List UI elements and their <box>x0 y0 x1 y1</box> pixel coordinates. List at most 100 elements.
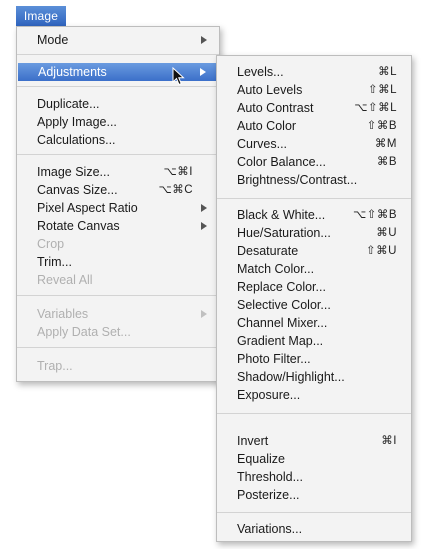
menu-separator <box>17 154 219 155</box>
menu-item-variables[interactable]: Variables <box>17 305 219 323</box>
submenu-item-auto-color[interactable]: Auto Color ⇧⌘B <box>217 117 411 135</box>
menu-item-label: Exposure... <box>237 388 301 402</box>
submenu-arrow-icon <box>200 68 206 76</box>
menu-item-shortcut: ⇧⌘B <box>366 120 397 132</box>
menu-item-shortcut: ⇧⌘L <box>367 84 397 96</box>
menu-item-label: Image Size... <box>37 165 110 179</box>
menu-item-shortcut: ⌥⇧⌘B <box>352 209 397 221</box>
menu-item-label: Auto Contrast <box>237 101 314 115</box>
menu-item-adjustments[interactable]: Adjustments <box>18 63 218 81</box>
submenu-arrow-icon <box>201 310 207 318</box>
menu-item-label: Auto Levels <box>237 83 303 97</box>
submenu-item-levels[interactable]: Levels... ⌘L <box>217 63 411 81</box>
menu-item-label: Calculations... <box>37 133 116 147</box>
submenu-item-variations[interactable]: Variations... <box>217 520 411 538</box>
submenu-item-hue-saturation[interactable]: Hue/Saturation... ⌘U <box>217 224 411 242</box>
menu-item-shortcut: ⇧⌘U <box>366 245 397 257</box>
menu-item-label: Rotate Canvas <box>37 219 120 233</box>
menu-item-trim[interactable]: Trim... <box>17 253 219 271</box>
menu-item-label: Invert <box>237 434 269 448</box>
menu-item-label: Pixel Aspect Ratio <box>37 201 138 215</box>
menu-item-image-size[interactable]: Image Size... ⌥⌘I <box>17 163 219 181</box>
menu-item-mode[interactable]: Mode <box>17 31 219 49</box>
menu-item-apply-image[interactable]: Apply Image... <box>17 113 219 131</box>
menu-item-shortcut: ⌘I <box>381 435 397 447</box>
screenshot-stage: Image Mode Adjustments Duplicate... Appl… <box>0 0 432 549</box>
submenu-item-threshold[interactable]: Threshold... <box>217 468 411 486</box>
submenu-item-channel-mixer[interactable]: Channel Mixer... <box>217 314 411 332</box>
menu-item-label: Gradient Map... <box>237 334 324 348</box>
submenu-item-exposure[interactable]: Exposure... <box>217 386 411 404</box>
menu-item-label: Auto Color <box>237 119 297 133</box>
submenu-item-auto-contrast[interactable]: Auto Contrast ⌥⇧⌘L <box>217 99 411 117</box>
adjustments-submenu: Levels... ⌘L Auto Levels ⇧⌘L Auto Contra… <box>216 55 412 542</box>
submenu-item-shadow-highlight[interactable]: Shadow/Highlight... <box>217 368 411 386</box>
menu-item-label: Duplicate... <box>37 97 100 111</box>
submenu-item-invert[interactable]: Invert ⌘I <box>217 432 411 450</box>
menu-item-label: Canvas Size... <box>37 183 118 197</box>
menu-separator <box>17 86 219 87</box>
menubar-image-menu[interactable]: Image <box>16 6 66 26</box>
submenu-item-replace-color[interactable]: Replace Color... <box>217 278 411 296</box>
menu-item-label: Color Balance... <box>237 155 326 169</box>
menu-item-label: Variations... <box>237 522 303 536</box>
menu-item-label: Channel Mixer... <box>237 316 328 330</box>
menu-item-duplicate[interactable]: Duplicate... <box>17 95 219 113</box>
menu-item-label: Trap... <box>37 359 73 373</box>
menu-item-apply-data-set[interactable]: Apply Data Set... <box>17 323 219 341</box>
menu-item-trap[interactable]: Trap... <box>17 357 219 375</box>
menu-item-calculations[interactable]: Calculations... <box>17 131 219 149</box>
submenu-item-brightness-contrast[interactable]: Brightness/Contrast... <box>217 171 411 189</box>
menu-item-label: Crop <box>37 237 65 251</box>
menu-item-label: Black & White... <box>237 208 326 222</box>
mouse-pointer-icon <box>172 67 185 86</box>
submenu-item-match-color[interactable]: Match Color... <box>217 260 411 278</box>
submenu-item-black-white[interactable]: Black & White... ⌥⇧⌘B <box>217 206 411 224</box>
menu-item-label: Trim... <box>37 255 72 269</box>
menu-item-shortcut: ⌘M <box>374 138 397 150</box>
menu-separator <box>17 347 219 348</box>
menu-item-label: Threshold... <box>237 470 304 484</box>
menu-item-label: Equalize <box>237 452 285 466</box>
menu-item-shortcut: ⌘U <box>376 227 397 239</box>
menu-item-label: Desaturate <box>237 244 299 258</box>
submenu-item-photo-filter[interactable]: Photo Filter... <box>217 350 411 368</box>
menu-separator <box>17 295 219 296</box>
submenu-item-desaturate[interactable]: Desaturate ⇧⌘U <box>217 242 411 260</box>
menu-item-label: Match Color... <box>237 262 315 276</box>
submenu-item-selective-color[interactable]: Selective Color... <box>217 296 411 314</box>
menu-item-canvas-size[interactable]: Canvas Size... ⌥⌘C <box>17 181 219 199</box>
menu-separator <box>217 413 411 414</box>
menu-item-label: Variables <box>37 307 89 321</box>
menu-item-label: Curves... <box>237 137 288 151</box>
submenu-item-equalize[interactable]: Equalize <box>217 450 411 468</box>
submenu-arrow-icon <box>201 204 207 212</box>
menu-item-label: Reveal All <box>37 273 93 287</box>
menu-item-label: Apply Data Set... <box>37 325 131 339</box>
menu-item-rotate-canvas[interactable]: Rotate Canvas <box>17 217 219 235</box>
menu-item-shortcut: ⌥⌘C <box>158 184 193 196</box>
menu-item-label: Replace Color... <box>237 280 326 294</box>
menu-item-pixel-aspect-ratio[interactable]: Pixel Aspect Ratio <box>17 199 219 217</box>
menu-item-label: Adjustments <box>38 65 107 79</box>
menu-separator <box>17 54 219 55</box>
submenu-arrow-icon <box>201 36 207 44</box>
menu-item-shortcut: ⌥⌘I <box>163 166 193 178</box>
menu-item-label: Posterize... <box>237 488 300 502</box>
submenu-item-curves[interactable]: Curves... ⌘M <box>217 135 411 153</box>
submenu-item-gradient-map[interactable]: Gradient Map... <box>217 332 411 350</box>
menu-item-label: Hue/Saturation... <box>237 226 331 240</box>
submenu-arrow-icon <box>201 222 207 230</box>
menu-item-label: Mode <box>37 33 69 47</box>
submenu-item-posterize[interactable]: Posterize... <box>217 486 411 504</box>
menu-item-reveal-all[interactable]: Reveal All <box>17 271 219 289</box>
menu-item-crop[interactable]: Crop <box>17 235 219 253</box>
menu-item-label: Brightness/Contrast... <box>237 173 358 187</box>
submenu-item-auto-levels[interactable]: Auto Levels ⇧⌘L <box>217 81 411 99</box>
menu-item-label: Shadow/Highlight... <box>237 370 345 384</box>
menu-separator <box>217 512 411 513</box>
menu-item-shortcut: ⌘L <box>378 66 397 78</box>
menu-item-label: Apply Image... <box>37 115 117 129</box>
menu-item-label: Photo Filter... <box>237 352 311 366</box>
submenu-item-color-balance[interactable]: Color Balance... ⌘B <box>217 153 411 171</box>
